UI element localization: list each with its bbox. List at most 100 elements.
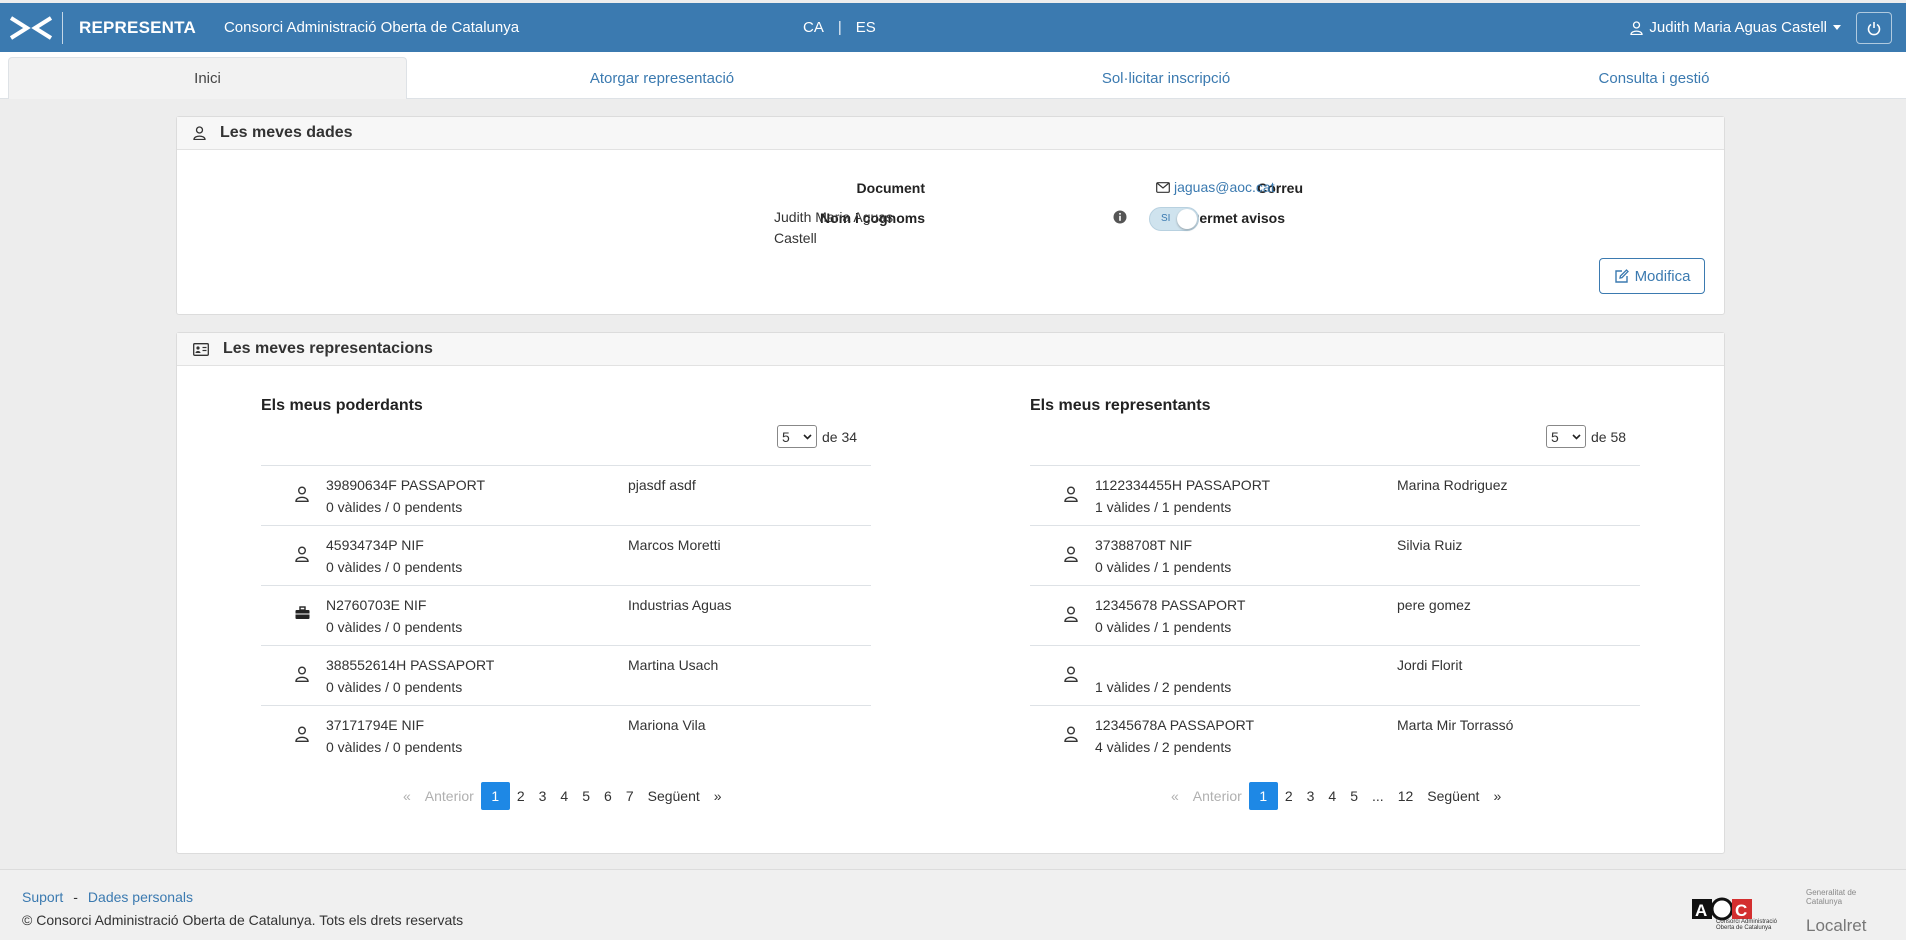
poderdants-title: Els meus poderdants — [261, 397, 423, 414]
top-navbar: REPRESENTA Consorci Administració Oberta… — [0, 3, 1906, 52]
my-data-header: Les meves dades — [177, 117, 1724, 150]
pager-next-arrow[interactable]: » — [1486, 782, 1508, 810]
pager-page[interactable]: 3 — [532, 782, 554, 810]
item-name: Marta Mir Torrassó — [1397, 717, 1514, 733]
list-item[interactable]: 37171794E NIF 0 vàlides / 0 pendents Mario… — [261, 706, 871, 766]
lang-es-link[interactable]: ES — [856, 19, 876, 36]
personal-data-link[interactable]: Dades personals — [88, 889, 193, 905]
item-document: 388552614H PASSAPORT — [326, 657, 495, 673]
person-icon — [1064, 546, 1080, 564]
person-icon — [295, 486, 311, 504]
avisos-toggle[interactable]: SI — [1149, 207, 1199, 231]
pager-page[interactable]: 2 — [1278, 782, 1300, 810]
lang-ca-link[interactable]: CA — [803, 19, 824, 36]
item-counts: 1 vàlides / 2 pendents — [1095, 679, 1232, 695]
briefcase-icon — [295, 606, 311, 624]
email-field: jaguas@aoc.cat — [1156, 177, 1275, 198]
item-document: 1122334455H PASSAPORT — [1095, 477, 1271, 493]
item-document: 39890634F PASSAPORT — [326, 477, 486, 493]
name-value-line1: Judith Maria Aguas — [774, 209, 894, 225]
svg-text:A: A — [1695, 901, 1707, 920]
list-item[interactable]: N2760703E NIF 0 vàlides / 0 pendents Indus… — [261, 586, 871, 646]
person-icon — [1064, 666, 1080, 684]
pager-prev-arrow: « — [1171, 788, 1179, 804]
poderdants-list: 39890634F PASSAPORT 0 vàlides / 0 pendent… — [261, 465, 871, 766]
pager-page[interactable]: 5 — [1343, 782, 1365, 810]
localret-logo[interactable]: Localret — [1806, 916, 1866, 936]
item-document: 37388708T NIF — [1095, 537, 1193, 553]
page-size-value: 5 — [782, 428, 790, 445]
item-counts: 0 vàlides / 0 pendents — [326, 619, 463, 635]
tab-inici[interactable]: Inici — [8, 57, 407, 99]
list-item[interactable]: 1 vàlides / 2 pendents Jordi Florit — [1030, 646, 1640, 706]
email-link[interactable]: jaguas@aoc.cat — [1174, 177, 1275, 198]
pager-page[interactable]: 12 — [1391, 782, 1421, 810]
pager-page[interactable]: 4 — [553, 782, 575, 810]
person-icon — [295, 546, 311, 564]
representations-title: Les meves representacions — [223, 340, 433, 357]
item-name: Marcos Moretti — [628, 537, 721, 553]
representa-logo-icon[interactable] — [0, 3, 62, 52]
item-document: 12345678A PASSAPORT — [1095, 717, 1255, 733]
power-icon — [1867, 21, 1881, 35]
person-icon — [1064, 726, 1080, 744]
representants-page-size-select[interactable]: 5 — [1546, 425, 1586, 448]
representants-list: 1122334455H PASSAPORT 1 vàlides / 1 pende… — [1030, 465, 1640, 766]
person-icon — [1064, 606, 1080, 624]
pager-page[interactable]: 7 — [619, 782, 641, 810]
pager-page[interactable]: 3 — [1300, 782, 1322, 810]
svg-text:C: C — [1735, 901, 1747, 920]
list-item[interactable]: 12345678A PASSAPORT 4 vàlides / 2 pendent… — [1030, 706, 1640, 766]
pager-next-arrow[interactable]: » — [707, 782, 729, 810]
tab-atorgar-representacio[interactable]: Atorgar representació — [462, 57, 862, 99]
logout-button[interactable] — [1856, 12, 1892, 44]
pager-page[interactable]: 1 — [480, 782, 510, 810]
main-tabs: Inici Atorgar representació Sol·licitar … — [0, 52, 1906, 99]
gencat-logo[interactable]: Generalitat de Catalunya — [1806, 888, 1876, 906]
org-name: Consorci Administració Oberta de Catalun… — [223, 19, 520, 36]
modify-button[interactable]: Modifica — [1599, 258, 1705, 294]
pager-page[interactable]: 1 — [1248, 782, 1278, 810]
logo-divider — [62, 11, 63, 44]
pager-page[interactable]: 5 — [575, 782, 597, 810]
item-name: Industrias Aguas — [628, 597, 732, 613]
tab-consulta-gestio[interactable]: Consulta i gestió — [1454, 57, 1854, 99]
item-name: Martina Usach — [628, 657, 719, 673]
item-name: pjasdf asdf — [628, 477, 696, 493]
modify-button-label: Modifica — [1634, 267, 1691, 285]
item-counts: 0 vàlides / 1 pendents — [1095, 559, 1232, 575]
pager-page: ... — [1372, 788, 1384, 804]
item-counts: 0 vàlides / 0 pendents — [326, 739, 463, 755]
list-item[interactable]: 45934734P NIF 0 vàlides / 0 pendents Marco… — [261, 526, 871, 586]
footer-separator: - — [73, 889, 78, 905]
info-icon[interactable] — [1113, 210, 1127, 224]
user-icon — [193, 126, 206, 140]
tab-sollicitar-inscripcio[interactable]: Sol·licitar inscripció — [966, 57, 1366, 99]
list-item[interactable]: 12345678 PASSAPORT 0 vàlides / 1 pendents… — [1030, 586, 1640, 646]
list-item[interactable]: 1122334455H PASSAPORT 1 vàlides / 1 pende… — [1030, 466, 1640, 526]
pager-next-button[interactable]: Següent — [641, 782, 707, 810]
pager-next-button[interactable]: Següent — [1420, 782, 1486, 810]
representants-title: Els meus representants — [1030, 397, 1211, 414]
pager-page[interactable]: 2 — [510, 782, 532, 810]
list-item[interactable]: 388552614H PASSAPORT 0 vàlides / 0 penden… — [261, 646, 871, 706]
my-data-card: Les meves dades Document Nom i cognoms J… — [176, 116, 1725, 315]
item-name: pere gomez — [1397, 597, 1471, 613]
poderdants-total: de 34 — [822, 428, 858, 445]
user-menu[interactable]: Judith Maria Aguas Castell — [1630, 3, 1841, 52]
list-item[interactable]: 37388708T NIF 0 vàlides / 1 pendents Silvi… — [1030, 526, 1640, 586]
support-link[interactable]: Suport — [22, 889, 63, 905]
representations-card: Les meves representacions Els meus poder… — [176, 332, 1725, 854]
language-switcher: CA | ES — [803, 3, 876, 52]
envelope-icon — [1156, 182, 1170, 193]
pager-page[interactable]: 4 — [1321, 782, 1343, 810]
app-brand[interactable]: REPRESENTA — [79, 18, 196, 38]
item-name: Marina Rodriguez — [1397, 477, 1508, 493]
edit-icon — [1614, 268, 1629, 283]
poderdants-page-size-select[interactable]: 5 — [777, 425, 817, 448]
pager-page[interactable]: 6 — [597, 782, 619, 810]
document-label: Document — [856, 180, 925, 196]
list-item[interactable]: 39890634F PASSAPORT 0 vàlides / 0 pendent… — [261, 466, 871, 526]
representants-page-size: 5 de 58 — [1546, 425, 1626, 448]
person-icon — [1064, 486, 1080, 504]
